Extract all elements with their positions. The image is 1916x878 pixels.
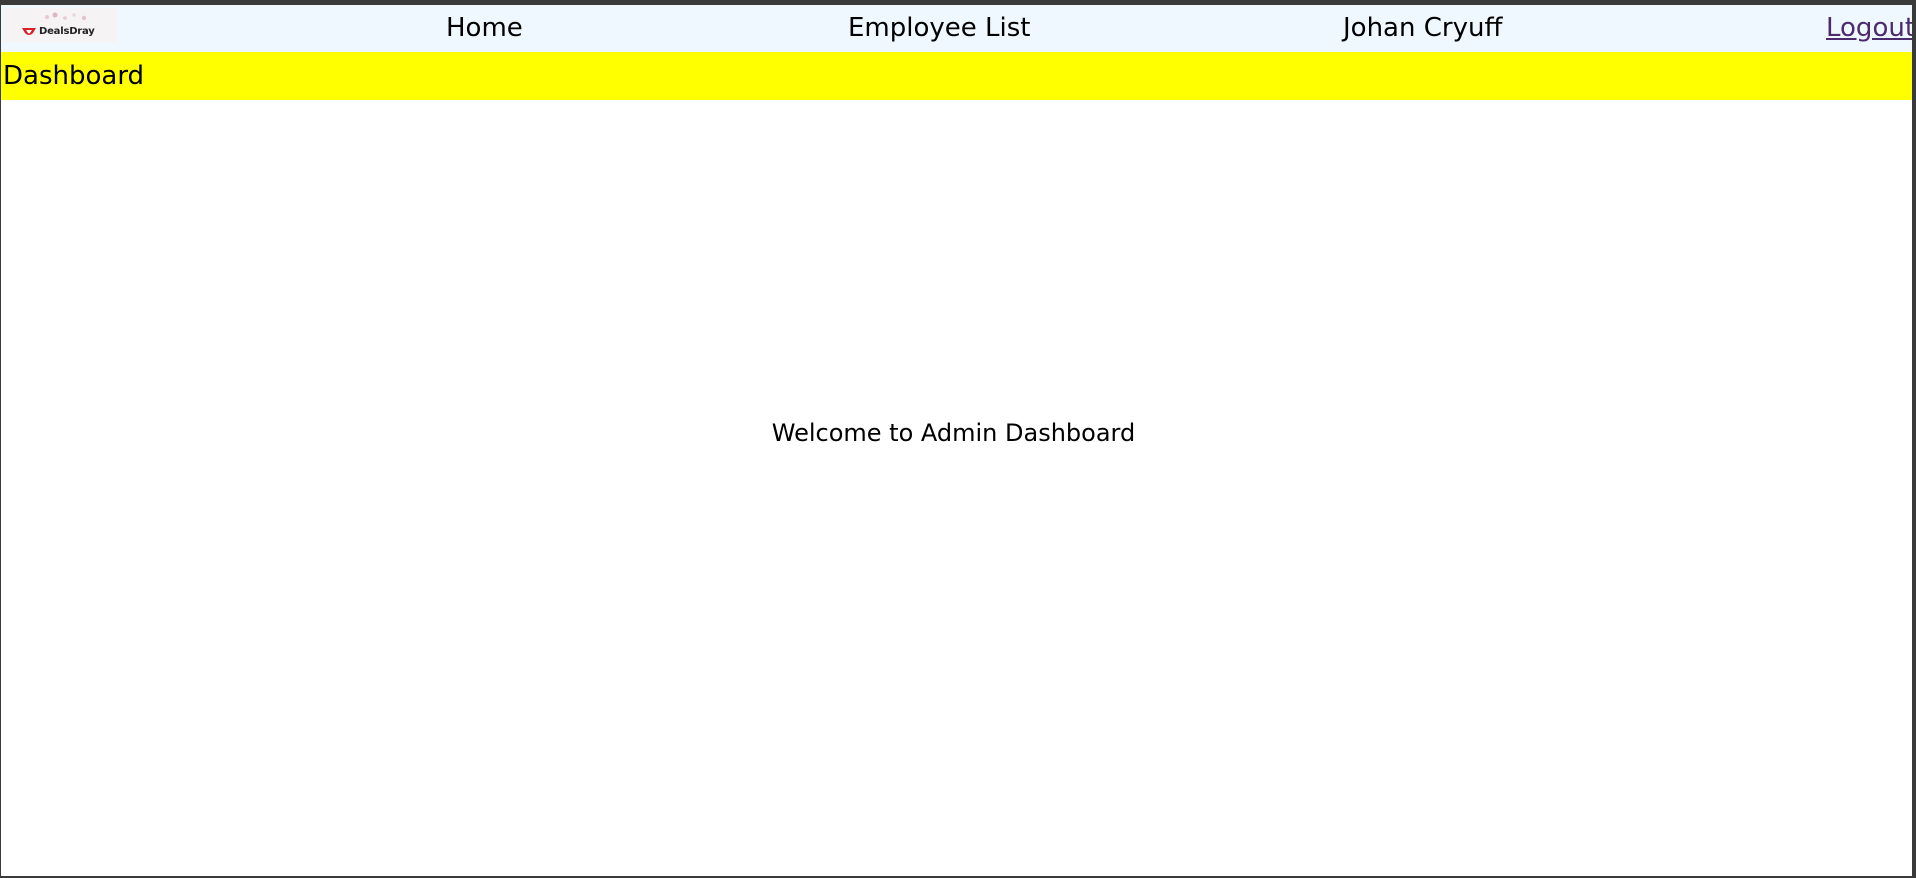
nav-employee-list-link[interactable]: Employee List [848, 13, 1030, 43]
nav-home-link[interactable]: Home [446, 13, 523, 43]
top-navbar: DealsDray Home Employee List Johan Cryuf… [1, 5, 1912, 52]
current-user-name: Johan Cryuff [1343, 13, 1503, 43]
page-title: Dashboard [3, 61, 145, 91]
logo-pattern-icon [45, 12, 87, 21]
company-logo[interactable]: DealsDray [3, 8, 117, 42]
welcome-message: Welcome to Admin Dashboard [771, 419, 1136, 447]
app-window: DealsDray Home Employee List Johan Cryuf… [1, 5, 1912, 876]
dashboard-content: Welcome to Admin Dashboard [1, 100, 1912, 876]
page-title-bar: Dashboard [1, 52, 1912, 100]
dealsdray-logo-icon [22, 28, 36, 35]
logo-text: DealsDray [39, 26, 95, 37]
logout-link[interactable]: Logout [1826, 13, 1912, 43]
